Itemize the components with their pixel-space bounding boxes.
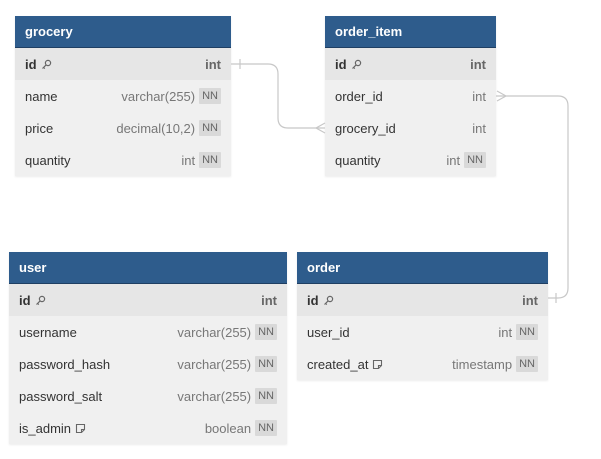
not-null-badge: NN <box>516 324 538 340</box>
column-type: int <box>261 292 277 308</box>
column-name: is_admin <box>19 420 72 436</box>
not-null-badge: NN <box>199 152 221 168</box>
table-row[interactable]: username varchar(255) NN <box>9 316 287 348</box>
table-user[interactable]: user id int username varchar(255) NN pas… <box>9 252 287 444</box>
table-row[interactable]: grocery_id int <box>325 112 496 144</box>
column-name: id <box>19 292 31 308</box>
column-type: int <box>446 152 461 168</box>
column-name-cell: is_admin <box>19 421 205 436</box>
table-row[interactable]: quantity int NN <box>325 144 496 176</box>
column-name: id <box>335 56 347 72</box>
note-icon[interactable] <box>75 423 86 434</box>
table-order-item[interactable]: order_item id int order_id int grocery_i… <box>325 16 496 176</box>
not-null-badge: NN <box>199 88 221 104</box>
column-type: varchar(255) <box>177 388 252 404</box>
table-row[interactable]: id int <box>15 48 231 80</box>
column-type: boolean <box>204 420 252 436</box>
table-row[interactable]: name varchar(255) NN <box>15 80 231 112</box>
column-name: quantity <box>25 152 71 168</box>
not-null-badge: NN <box>255 356 277 372</box>
column-type: timestamp <box>452 356 513 372</box>
key-icon <box>41 59 52 70</box>
table-row[interactable]: password_salt varchar(255) NN <box>9 380 287 412</box>
column-name: password_hash <box>19 356 111 372</box>
table-header[interactable]: order <box>297 252 548 284</box>
table-row[interactable]: id int <box>297 284 548 316</box>
column-name: id <box>307 292 319 308</box>
note-icon[interactable] <box>372 359 383 370</box>
not-null-badge: NN <box>255 420 277 436</box>
not-null-badge: NN <box>516 356 538 372</box>
column-type: int <box>522 292 538 308</box>
column-name-cell: id <box>335 57 470 72</box>
table-row[interactable]: id int <box>325 48 496 80</box>
column-name: username <box>19 324 77 340</box>
not-null-badge: NN <box>255 388 277 404</box>
table-row[interactable]: price decimal(10,2) NN <box>15 112 231 144</box>
table-header[interactable]: user <box>9 252 287 284</box>
column-type: int <box>472 120 486 136</box>
column-name: quantity <box>335 152 381 168</box>
column-name: price <box>25 120 54 136</box>
table-row[interactable]: quantity int NN <box>15 144 231 176</box>
table-row[interactable]: user_id int NN <box>297 316 548 348</box>
not-null-badge: NN <box>255 324 277 340</box>
column-name: grocery_id <box>335 120 396 136</box>
column-type: int <box>205 56 221 72</box>
column-name-cell: id <box>19 293 261 308</box>
key-icon <box>351 59 362 70</box>
table-row[interactable]: id int <box>9 284 287 316</box>
column-type: int <box>472 88 486 104</box>
column-name-cell: id <box>25 57 205 72</box>
table-row[interactable]: is_admin boolean NN <box>9 412 287 444</box>
column-name: created_at <box>307 356 369 372</box>
table-header[interactable]: grocery <box>15 16 231 48</box>
not-null-badge: NN <box>199 120 221 136</box>
column-type: int <box>470 56 486 72</box>
column-type: varchar(255) <box>177 356 252 372</box>
key-icon <box>323 295 334 306</box>
column-type: decimal(10,2) <box>116 120 196 136</box>
column-type: int <box>181 152 196 168</box>
table-row[interactable]: order_id int <box>325 80 496 112</box>
column-type: varchar(255) <box>177 324 252 340</box>
column-name: name <box>25 88 58 104</box>
table-row[interactable]: created_at timestamp NN <box>297 348 548 380</box>
column-name-cell: id <box>307 293 522 308</box>
table-order[interactable]: order id int user_id int NN created_at t… <box>297 252 548 380</box>
column-name: user_id <box>307 324 350 340</box>
column-type: varchar(255) <box>121 88 196 104</box>
column-name: password_salt <box>19 388 103 404</box>
column-type: int <box>498 324 513 340</box>
column-name-cell: created_at <box>307 357 452 372</box>
table-header[interactable]: order_item <box>325 16 496 48</box>
key-icon <box>35 295 46 306</box>
column-name: id <box>25 56 37 72</box>
column-name: order_id <box>335 88 383 104</box>
relationship-grocery-order-item[interactable] <box>231 59 326 134</box>
table-grocery[interactable]: grocery id int name varchar(255) NN pric… <box>15 16 231 176</box>
not-null-badge: NN <box>464 152 486 168</box>
table-row[interactable]: password_hash varchar(255) NN <box>9 348 287 380</box>
